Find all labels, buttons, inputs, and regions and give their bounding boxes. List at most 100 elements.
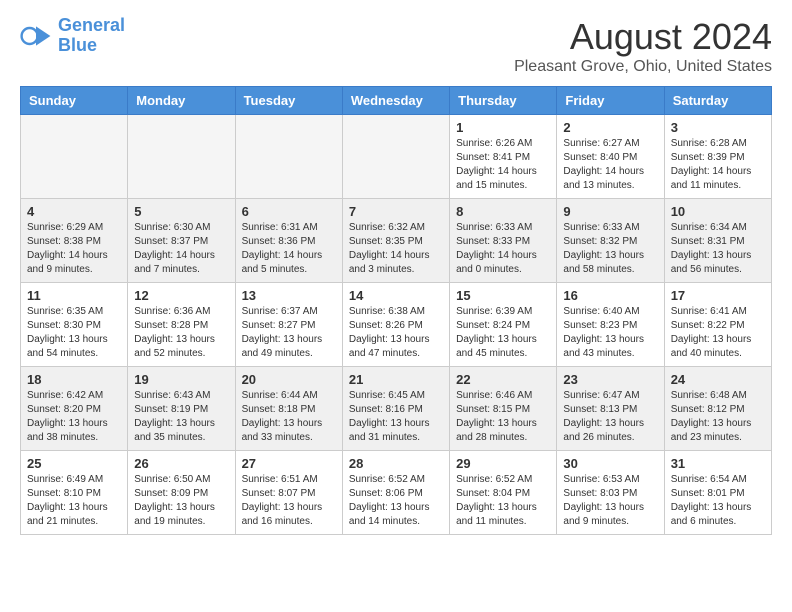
day-number: 23: [563, 372, 657, 387]
day-number: 14: [349, 288, 443, 303]
day-info: Sunrise: 6:52 AMSunset: 8:06 PMDaylight:…: [349, 473, 443, 529]
calendar-cell: 16 Sunrise: 6:40 AMSunset: 8:23 PMDayligh…: [557, 283, 664, 367]
calendar-cell: 29Sunrise: 6:52 AMSunset: 8:04 PMDayligh…: [450, 451, 557, 535]
day-number: 11: [27, 288, 121, 303]
calendar-cell: 20 Sunrise: 6:44 AMSunset: 8:18 PMDayligh…: [235, 367, 342, 451]
logo-icon: [20, 20, 52, 52]
day-info: Sunrise: 6:50 AMSunset: 8:09 PMDaylight:…: [134, 473, 228, 529]
day-number: 22: [456, 372, 550, 387]
day-info: Sunrise: 6:40 AMSunset: 8:23 PMDaylight:…: [563, 305, 657, 361]
day-info: Sunrise: 6:48 AMSunset: 8:12 PMDaylight:…: [671, 389, 765, 445]
main-title: August 2024: [514, 16, 772, 58]
day-number: 6: [242, 204, 336, 219]
day-info: Sunrise: 6:52 AMSunset: 8:04 PMDaylight:…: [456, 473, 550, 529]
day-number: 21: [349, 372, 443, 387]
calendar-table: SundayMondayTuesdayWednesdayThursdayFrid…: [20, 86, 772, 535]
day-info: Sunrise: 6:31 AMSunset: 8:36 PMDaylight:…: [242, 221, 336, 277]
calendar-cell: 24 Sunrise: 6:48 AMSunset: 8:12 PMDayligh…: [664, 367, 771, 451]
day-number: 20: [242, 372, 336, 387]
calendar-cell: 11 Sunrise: 6:35 AMSunset: 8:30 PMDayligh…: [21, 283, 128, 367]
column-header-saturday: Saturday: [664, 87, 771, 115]
day-info: Sunrise: 6:49 AMSunset: 8:10 PMDaylight:…: [27, 473, 121, 529]
calendar-cell: 15 Sunrise: 6:39 AMSunset: 8:24 PMDayligh…: [450, 283, 557, 367]
day-number: 31: [671, 456, 765, 471]
calendar-cell: 8 Sunrise: 6:33 AMSunset: 8:33 PMDaylight…: [450, 199, 557, 283]
day-info: Sunrise: 6:47 AMSunset: 8:13 PMDaylight:…: [563, 389, 657, 445]
day-info: Sunrise: 6:36 AMSunset: 8:28 PMDaylight:…: [134, 305, 228, 361]
day-info: Sunrise: 6:29 AMSunset: 8:38 PMDaylight:…: [27, 221, 121, 277]
calendar-cell: 31 Sunrise: 6:54 AMSunset: 8:01 PMDayligh…: [664, 451, 771, 535]
day-number: 16: [563, 288, 657, 303]
calendar-cell: 21Sunrise: 6:45 AMSunset: 8:16 PMDayligh…: [342, 367, 449, 451]
day-number: 19: [134, 372, 228, 387]
calendar-week-4: 18Sunrise: 6:42 AMSunset: 8:20 PMDayligh…: [21, 367, 772, 451]
calendar-cell: 19 Sunrise: 6:43 AMSunset: 8:19 PMDayligh…: [128, 367, 235, 451]
calendar-cell: 25 Sunrise: 6:49 AMSunset: 8:10 PMDayligh…: [21, 451, 128, 535]
column-header-thursday: Thursday: [450, 87, 557, 115]
calendar-cell: 7 Sunrise: 6:32 AMSunset: 8:35 PMDaylight…: [342, 199, 449, 283]
day-info: Sunrise: 6:27 AMSunset: 8:40 PMDaylight:…: [563, 137, 657, 193]
calendar-cell: [342, 115, 449, 199]
day-info: Sunrise: 6:54 AMSunset: 8:01 PMDaylight:…: [671, 473, 765, 529]
calendar-cell: 3 Sunrise: 6:28 AMSunset: 8:39 PMDaylight…: [664, 115, 771, 199]
day-info: Sunrise: 6:44 AMSunset: 8:18 PMDaylight:…: [242, 389, 336, 445]
day-number: 12: [134, 288, 228, 303]
day-number: 13: [242, 288, 336, 303]
calendar-cell: 12 Sunrise: 6:36 AMSunset: 8:28 PMDayligh…: [128, 283, 235, 367]
calendar-cell: 9 Sunrise: 6:33 AMSunset: 8:32 PMDaylight…: [557, 199, 664, 283]
day-number: 7: [349, 204, 443, 219]
day-info: Sunrise: 6:39 AMSunset: 8:24 PMDaylight:…: [456, 305, 550, 361]
calendar-week-2: 4 Sunrise: 6:29 AMSunset: 8:38 PMDaylight…: [21, 199, 772, 283]
day-number: 24: [671, 372, 765, 387]
calendar-week-5: 25 Sunrise: 6:49 AMSunset: 8:10 PMDayligh…: [21, 451, 772, 535]
day-info: Sunrise: 6:38 AMSunset: 8:26 PMDaylight:…: [349, 305, 443, 361]
day-info: Sunrise: 6:33 AMSunset: 8:33 PMDaylight:…: [456, 221, 550, 277]
day-number: 9: [563, 204, 657, 219]
calendar-cell: [128, 115, 235, 199]
calendar-week-1: 1Sunrise: 6:26 AMSunset: 8:41 PMDaylight…: [21, 115, 772, 199]
calendar-cell: 23 Sunrise: 6:47 AMSunset: 8:13 PMDayligh…: [557, 367, 664, 451]
day-number: 17: [671, 288, 765, 303]
day-number: 30: [563, 456, 657, 471]
calendar-cell: 18Sunrise: 6:42 AMSunset: 8:20 PMDayligh…: [21, 367, 128, 451]
column-header-friday: Friday: [557, 87, 664, 115]
day-info: Sunrise: 6:42 AMSunset: 8:20 PMDaylight:…: [27, 389, 121, 445]
column-header-monday: Monday: [128, 87, 235, 115]
day-info: Sunrise: 6:30 AMSunset: 8:37 PMDaylight:…: [134, 221, 228, 277]
day-number: 4: [27, 204, 121, 219]
calendar-cell: 1Sunrise: 6:26 AMSunset: 8:41 PMDaylight…: [450, 115, 557, 199]
calendar-cell: 30 Sunrise: 6:53 AMSunset: 8:03 PMDayligh…: [557, 451, 664, 535]
calendar-cell: 14 Sunrise: 6:38 AMSunset: 8:26 PMDayligh…: [342, 283, 449, 367]
day-info: Sunrise: 6:43 AMSunset: 8:19 PMDaylight:…: [134, 389, 228, 445]
calendar-cell: [235, 115, 342, 199]
day-info: Sunrise: 6:35 AMSunset: 8:30 PMDaylight:…: [27, 305, 121, 361]
calendar-cell: 27 Sunrise: 6:51 AMSunset: 8:07 PMDayligh…: [235, 451, 342, 535]
calendar-cell: 6 Sunrise: 6:31 AMSunset: 8:36 PMDaylight…: [235, 199, 342, 283]
calendar-header: SundayMondayTuesdayWednesdayThursdayFrid…: [21, 87, 772, 115]
day-number: 28: [349, 456, 443, 471]
day-number: 8: [456, 204, 550, 219]
calendar-cell: 28 Sunrise: 6:52 AMSunset: 8:06 PMDayligh…: [342, 451, 449, 535]
day-info: Sunrise: 6:28 AMSunset: 8:39 PMDaylight:…: [671, 137, 765, 193]
day-number: 27: [242, 456, 336, 471]
day-number: 3: [671, 120, 765, 135]
day-number: 25: [27, 456, 121, 471]
column-header-tuesday: Tuesday: [235, 87, 342, 115]
calendar-cell: 4 Sunrise: 6:29 AMSunset: 8:38 PMDaylight…: [21, 199, 128, 283]
calendar-week-3: 11 Sunrise: 6:35 AMSunset: 8:30 PMDayligh…: [21, 283, 772, 367]
calendar-cell: 13Sunrise: 6:37 AMSunset: 8:27 PMDayligh…: [235, 283, 342, 367]
day-info: Sunrise: 6:32 AMSunset: 8:35 PMDaylight:…: [349, 221, 443, 277]
column-header-wednesday: Wednesday: [342, 87, 449, 115]
day-info: Sunrise: 6:53 AMSunset: 8:03 PMDaylight:…: [563, 473, 657, 529]
column-header-sunday: Sunday: [21, 87, 128, 115]
calendar-cell: 5Sunrise: 6:30 AMSunset: 8:37 PMDaylight…: [128, 199, 235, 283]
day-number: 15: [456, 288, 550, 303]
logo: General Blue: [20, 16, 125, 56]
calendar-cell: 17Sunrise: 6:41 AMSunset: 8:22 PMDayligh…: [664, 283, 771, 367]
day-info: Sunrise: 6:33 AMSunset: 8:32 PMDaylight:…: [563, 221, 657, 277]
day-number: 26: [134, 456, 228, 471]
calendar-cell: 26 Sunrise: 6:50 AMSunset: 8:09 PMDayligh…: [128, 451, 235, 535]
calendar-cell: 2 Sunrise: 6:27 AMSunset: 8:40 PMDaylight…: [557, 115, 664, 199]
day-number: 2: [563, 120, 657, 135]
day-info: Sunrise: 6:51 AMSunset: 8:07 PMDaylight:…: [242, 473, 336, 529]
